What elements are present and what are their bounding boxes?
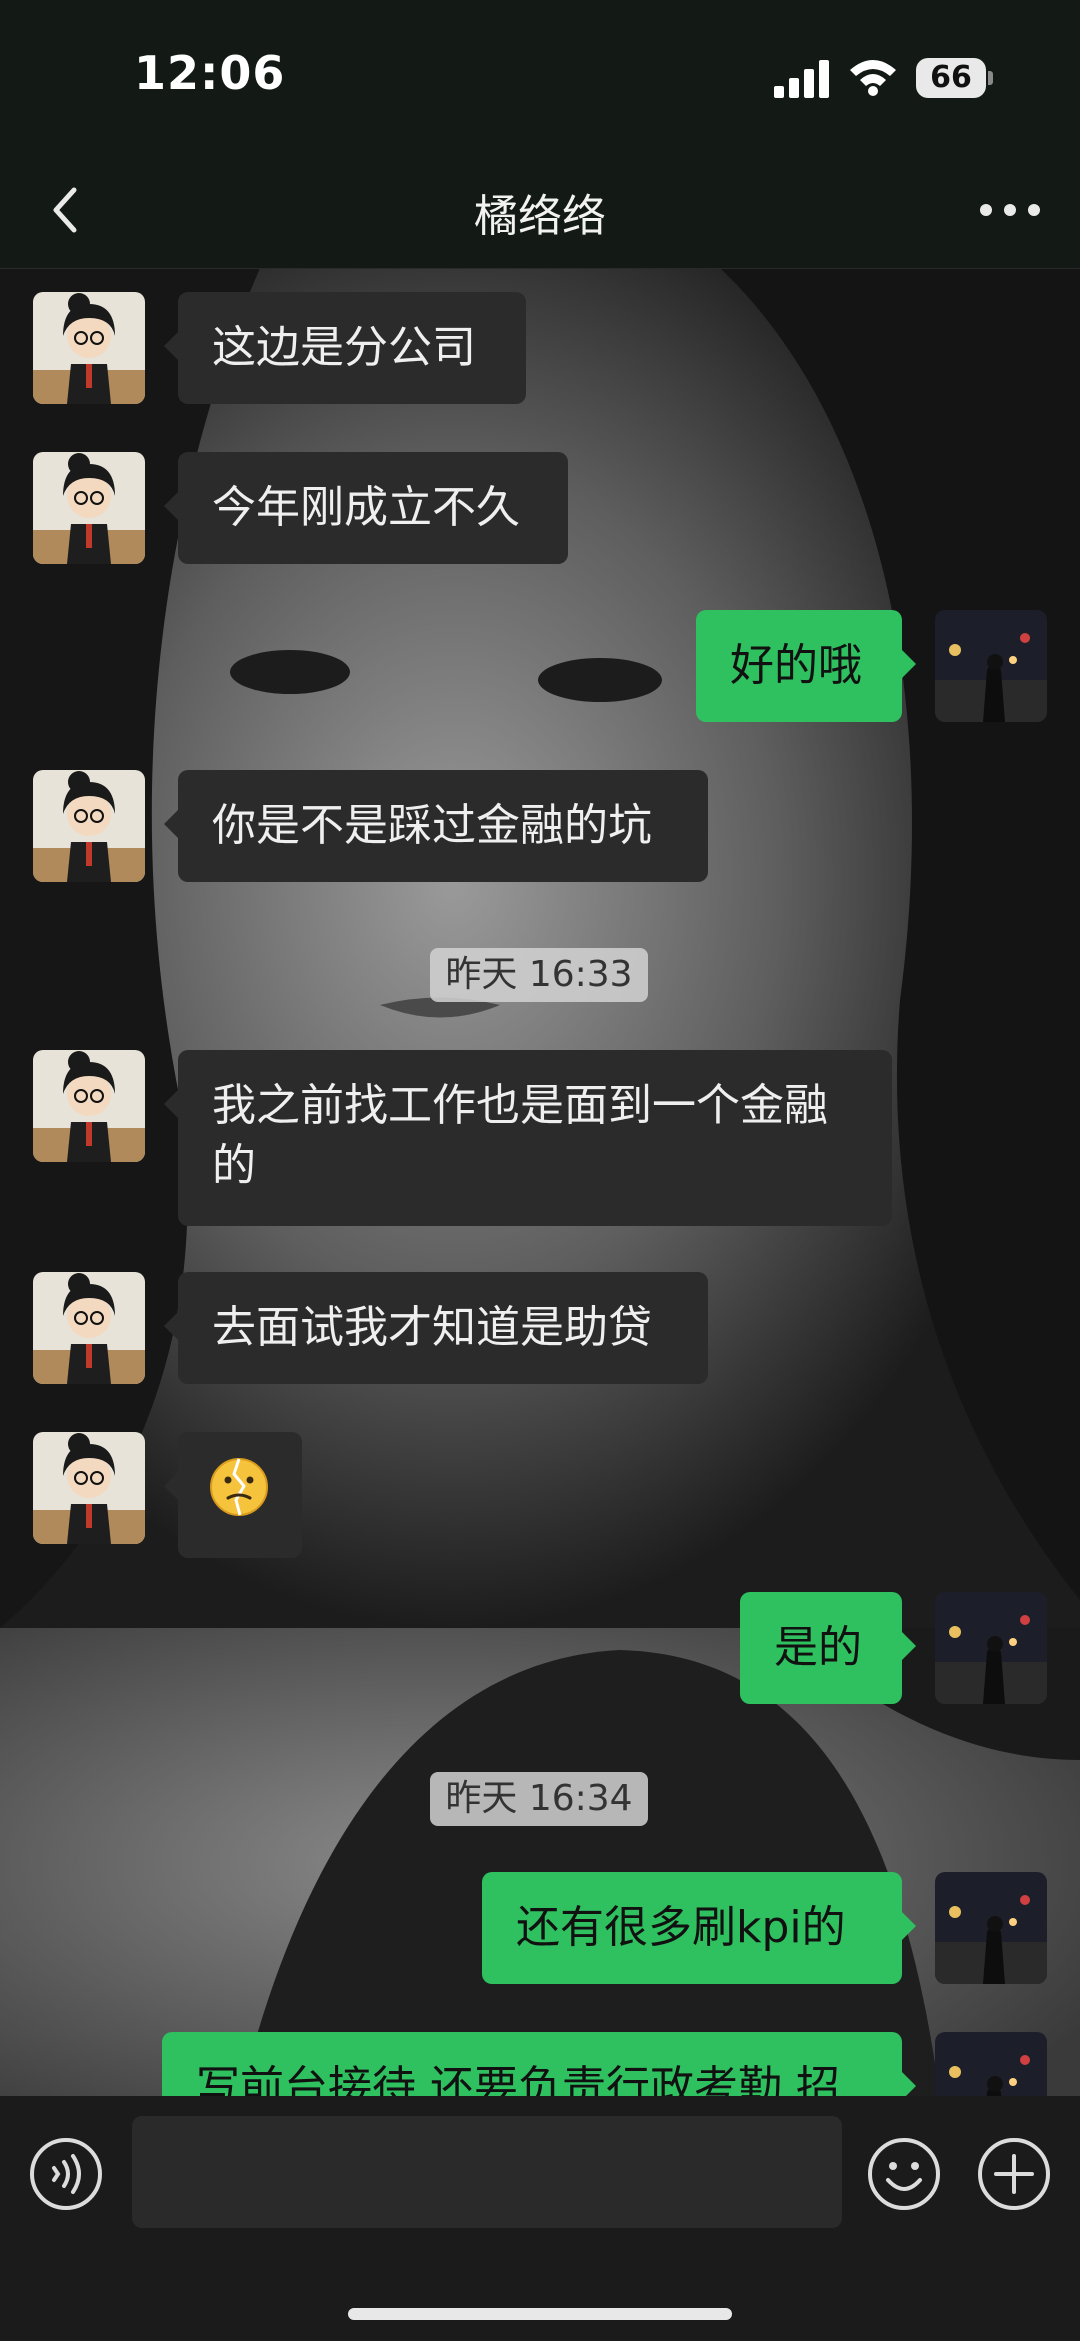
contact-avatar[interactable] [33,770,145,882]
contact-avatar[interactable] [33,1432,145,1544]
incoming-message[interactable]: 去面试我才知道是助贷 [164,1272,708,1384]
incoming-message[interactable]: 今年刚成立不久 [164,452,568,564]
outgoing-message[interactable]: 是的 [740,1592,916,1704]
status-bar: 12:06 66 [0,0,1080,150]
chat-title: 橘络络 [474,191,606,242]
broken-smile-emoji [210,1458,268,1516]
self-avatar[interactable] [935,1592,1047,1704]
incoming-message[interactable]: 这边是分公司 [164,292,526,404]
more-options-icon[interactable] [970,180,1050,240]
incoming-message[interactable]: 我之前找工作也是面到一个金融的 [164,1050,892,1226]
contact-avatar[interactable] [33,292,145,404]
contact-avatar[interactable] [33,452,145,564]
input-bar [0,2096,1080,2341]
battery-tip [988,71,993,85]
outgoing-message[interactable]: 还有很多刷kpi的 [482,1872,916,1984]
cellular-signal-icon [774,60,829,98]
plus-icon[interactable] [976,2136,1052,2212]
message-input[interactable] [132,2116,842,2228]
home-indicator [348,2308,732,2320]
emoji-icon[interactable] [866,2136,942,2212]
chat-header: 橘络络 [0,150,1080,269]
contact-avatar[interactable] [33,1272,145,1384]
self-avatar[interactable] [935,610,1047,722]
timestamp: 昨天 16:34 [430,1772,648,1826]
battery-indicator: 66 [916,58,986,98]
wifi-icon [850,60,896,96]
incoming-message[interactable]: 你是不是踩过金融的坑 [164,770,708,882]
self-avatar[interactable] [935,1872,1047,1984]
status-time: 12:06 [134,46,286,100]
contact-avatar[interactable] [33,1050,145,1162]
voice-input-icon[interactable] [28,2136,104,2212]
outgoing-message[interactable]: 好的哦 [696,610,916,722]
timestamp: 昨天 16:33 [430,948,648,1002]
incoming-message[interactable] [164,1432,302,1558]
